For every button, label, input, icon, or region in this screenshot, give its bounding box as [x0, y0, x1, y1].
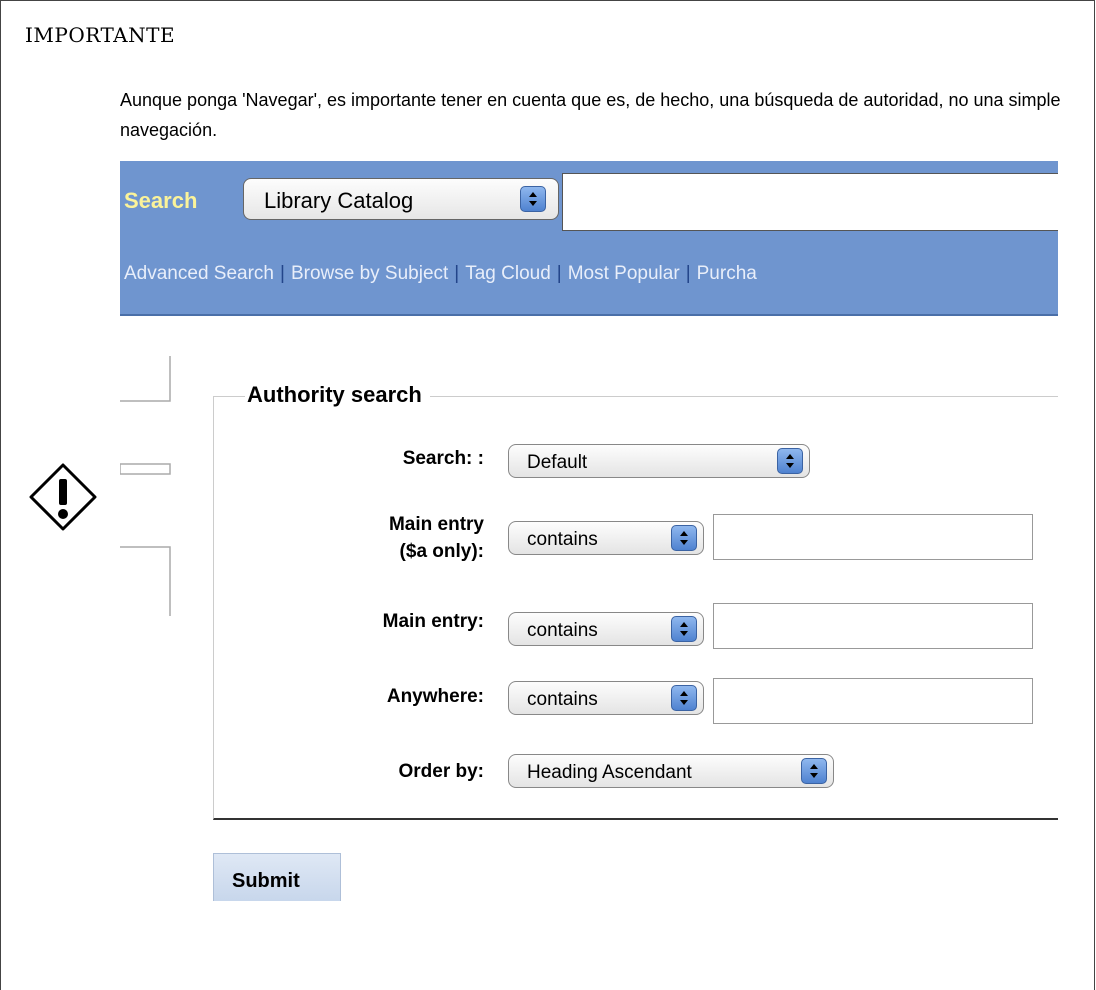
main-entry-a-input[interactable] [713, 514, 1033, 560]
search-type-label: Search: : [402, 448, 484, 469]
anywhere-select[interactable]: contains [508, 681, 704, 715]
most-popular-link[interactable]: Most Popular [568, 263, 680, 284]
order-by-value: Heading Ascendant [527, 762, 692, 783]
search-type-value: Default [527, 452, 588, 473]
important-admonition: IMPORTANTE Aunque ponga 'Navegar', es im… [0, 0, 1095, 990]
anywhere-input[interactable] [713, 678, 1033, 724]
main-entry-select[interactable]: contains [508, 612, 704, 646]
up-down-arrows-icon [671, 616, 697, 642]
admonition-text: Aunque ponga 'Navegar', es importante te… [120, 90, 1061, 140]
main-entry-value: contains [527, 620, 598, 641]
up-down-arrows-icon [671, 685, 697, 711]
main-entry-a-value: contains [527, 529, 598, 550]
form-labels: Search: : Main entry ($a only): Main ent… [320, 161, 484, 901]
search-header-bar: Search Library Catalog Advanced Search | B… [120, 161, 1058, 316]
up-down-arrows-icon [520, 186, 546, 212]
order-by-label: Order by: [398, 761, 484, 782]
up-down-arrows-icon [671, 525, 697, 551]
main-entry-label: Main entry: [382, 611, 484, 632]
anywhere-label: Anywhere: [386, 686, 484, 707]
submit-button[interactable]: Submit [213, 853, 341, 901]
admonition-title: IMPORTANTE [25, 23, 176, 47]
search-type-select[interactable]: Default [508, 444, 810, 478]
purchase-suggestions-link[interactable]: Purcha [697, 263, 757, 284]
main-entry-a-select[interactable]: contains [508, 521, 704, 555]
up-down-arrows-icon [777, 448, 803, 474]
main-entry-input[interactable] [713, 603, 1033, 649]
koha-opac-screenshot: Search Library Catalog Advanced Search | B… [120, 161, 1058, 901]
order-by-select[interactable]: Heading Ascendant [508, 754, 834, 788]
up-down-arrows-icon [801, 758, 827, 784]
search-input[interactable] [562, 173, 1058, 231]
anywhere-value: contains [527, 689, 598, 710]
main-entry-a-label: Main entry ($a only): [388, 514, 484, 562]
exclamation-diamond-icon [29, 463, 97, 531]
